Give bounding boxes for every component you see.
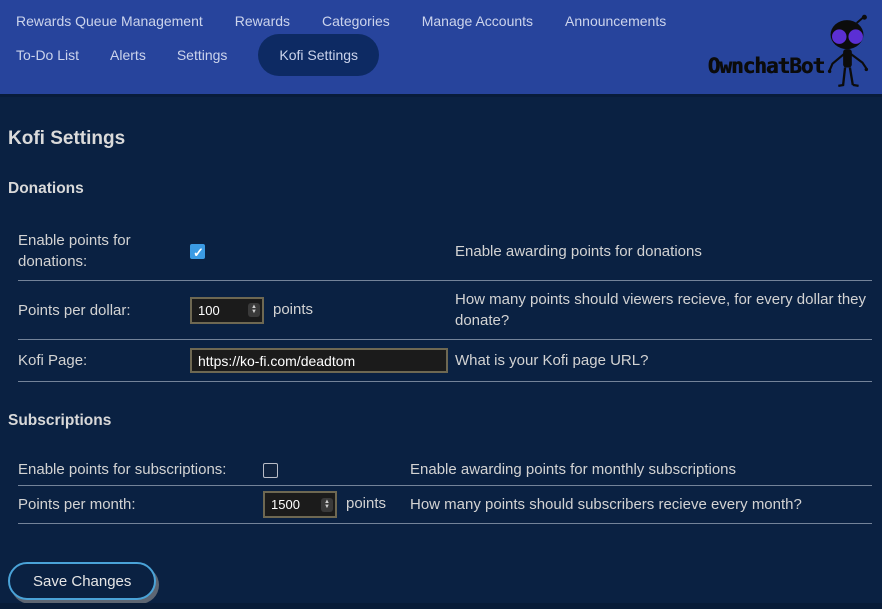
number-stepper[interactable]: ▲ ▼	[321, 498, 333, 512]
points-per-month-numbox: ▲ ▼	[263, 491, 337, 518]
nav-rewards[interactable]: Rewards	[235, 13, 290, 29]
donations-section-heading: Donations	[8, 180, 874, 198]
page-title: Kofi Settings	[8, 128, 874, 150]
points-per-dollar-description: How many points should viewers recieve, …	[455, 281, 872, 340]
enable-subscriptions-checkbox[interactable]	[263, 463, 278, 478]
points-per-month-label: Points per month:	[18, 486, 263, 524]
stepper-down-icon[interactable]: ▼	[324, 505, 330, 510]
subscriptions-settings-table: Enable points for subscriptions: Enable …	[18, 454, 872, 524]
bottom-edge-strip	[0, 603, 882, 609]
points-per-month-description: How many points should subscribers recie…	[410, 486, 872, 524]
enable-subscriptions-label: Enable points for subscriptions:	[18, 454, 263, 486]
subscriptions-section-heading: Subscriptions	[8, 412, 874, 430]
points-suffix: points	[273, 301, 313, 318]
nav-kofi-settings-active-tab[interactable]: Kofi Settings	[258, 34, 379, 76]
kofi-settings-page: Kofi Settings Donations Enable points fo…	[0, 128, 882, 600]
table-row: Points per month: ▲ ▼ points How many po…	[18, 486, 872, 524]
save-changes-button[interactable]: Save Changes	[8, 562, 156, 600]
kofi-page-description: What is your Kofi page URL?	[455, 340, 872, 382]
stepper-down-icon[interactable]: ▼	[251, 310, 257, 315]
kofi-page-url-input[interactable]	[190, 348, 448, 373]
points-per-dollar-label: Points per dollar:	[18, 281, 190, 340]
enable-donations-label: Enable points for donations:	[18, 222, 190, 281]
nav-announcements[interactable]: Announcements	[565, 13, 666, 29]
number-stepper[interactable]: ▲ ▼	[248, 303, 260, 317]
points-per-dollar-numbox: ▲ ▼	[190, 297, 264, 324]
nav-categories[interactable]: Categories	[322, 13, 390, 29]
points-per-dollar-input[interactable]	[192, 303, 248, 318]
table-row: Enable points for donations: Enable awar…	[18, 222, 872, 281]
enable-donations-checkbox[interactable]	[190, 244, 205, 259]
logo-text: OwnchatBot	[708, 54, 824, 78]
top-navigation: Rewards Queue Management Rewards Categor…	[0, 0, 882, 97]
nav-todo-list[interactable]: To-Do List	[16, 47, 79, 63]
table-row: Enable points for subscriptions: Enable …	[18, 454, 872, 486]
nav-rewards-queue-management[interactable]: Rewards Queue Management	[16, 13, 203, 29]
ownchatbot-logo: OwnchatBot	[708, 14, 876, 92]
points-per-month-input[interactable]	[265, 497, 321, 512]
nav-manage-accounts[interactable]: Manage Accounts	[422, 13, 533, 29]
enable-subscriptions-description: Enable awarding points for monthly subsc…	[410, 454, 872, 486]
table-row: Points per dollar: ▲ ▼ points How many p…	[18, 281, 872, 340]
nav-settings[interactable]: Settings	[177, 47, 228, 63]
table-row: Kofi Page: What is your Kofi page URL?	[18, 340, 872, 382]
robot-mascot-icon	[818, 14, 876, 92]
nav-alerts[interactable]: Alerts	[110, 47, 146, 63]
enable-donations-description: Enable awarding points for donations	[455, 222, 872, 281]
points-suffix: points	[346, 495, 386, 512]
kofi-page-label: Kofi Page:	[18, 340, 190, 382]
donations-settings-table: Enable points for donations: Enable awar…	[18, 222, 872, 382]
